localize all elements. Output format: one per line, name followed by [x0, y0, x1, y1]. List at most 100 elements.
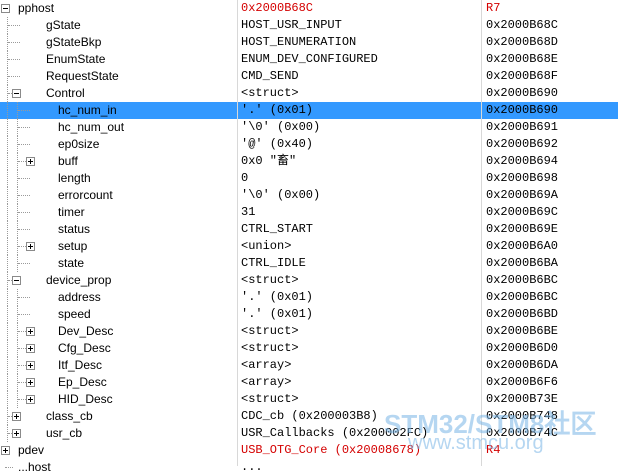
expand-plus-icon[interactable]: [26, 378, 35, 387]
expand-plus-icon[interactable]: [12, 412, 21, 421]
tree-row-address[interactable]: address '.' (0x01) 0x2000B6BC: [0, 289, 618, 306]
tree-row-setup[interactable]: setup <union> 0x2000B6A0: [0, 238, 618, 255]
row-value-cell[interactable]: CMD_SEND: [241, 68, 479, 85]
row-value-cell[interactable]: <struct>: [241, 272, 479, 289]
tree-row-dev_desc[interactable]: Dev_Desc <struct> 0x2000B6BE: [0, 323, 618, 340]
row-location-cell: 0x2000B6DA: [486, 358, 559, 372]
tree-row-gstatebkp[interactable]: gStateBkp HOST_ENUMERATION 0x2000B68D: [0, 34, 618, 51]
row-name-label: RequestState: [46, 69, 119, 83]
row-value-cell[interactable]: '@' (0x40): [241, 136, 479, 153]
row-value-cell[interactable]: HOST_ENUMERATION: [241, 34, 479, 51]
tree-row-length[interactable]: length 0 0x2000B698: [0, 170, 618, 187]
row-name-cell: device_prop: [0, 272, 236, 289]
row-name-label: setup: [58, 239, 88, 253]
row-name-label: pphost: [18, 1, 55, 15]
row-value-cell[interactable]: <struct>: [241, 85, 479, 102]
row-location-cell: 0x2000B69C: [486, 205, 559, 219]
row-value-cell[interactable]: <union>: [241, 238, 479, 255]
tree-row-buff[interactable]: buff 0x0 "畜" 0x2000B694: [0, 153, 618, 170]
row-value-cell[interactable]: 0x2000B68C: [241, 0, 479, 17]
tree-branch-line: [18, 314, 30, 315]
row-value-cell[interactable]: '\0' (0x00): [241, 119, 479, 136]
row-name-cell: usr_cb: [0, 425, 236, 442]
row-name-label: Cfg_Desc: [58, 341, 111, 355]
tree-row-cfg_desc[interactable]: Cfg_Desc <struct> 0x2000B6D0: [0, 340, 618, 357]
expand-plus-icon[interactable]: [26, 395, 35, 404]
row-value-cell[interactable]: 0x0 "畜": [241, 153, 479, 170]
tree-row-state[interactable]: state CTRL_IDLE 0x2000B6BA: [0, 255, 618, 272]
row-name-label: hc_num_in: [58, 103, 117, 117]
expand-plus-icon[interactable]: [26, 157, 35, 166]
tree-branch-line: [18, 144, 30, 145]
row-name-label: buff: [58, 154, 78, 168]
row-value-cell[interactable]: '.' (0x01): [241, 306, 479, 323]
row-value-cell[interactable]: CTRL_IDLE: [241, 255, 479, 272]
row-name-label: errorcount: [58, 188, 113, 202]
row-value-cell[interactable]: HOST_USR_INPUT: [241, 17, 479, 34]
row-value-cell[interactable]: <array>: [241, 374, 479, 391]
expand-plus-icon[interactable]: [26, 327, 35, 336]
row-value-cell[interactable]: ...: [241, 459, 479, 476]
row-location-cell: 0x2000B692: [486, 137, 559, 151]
tree-row-pphost[interactable]: pphost 0x2000B68C R7: [0, 0, 618, 17]
tree-row-gstate[interactable]: gState HOST_USR_INPUT 0x2000B68C: [0, 17, 618, 34]
row-name-label: timer: [58, 205, 85, 219]
tree-guide-line: [7, 153, 8, 170]
tree-guide-line: [7, 170, 8, 187]
row-value-cell[interactable]: <struct>: [241, 340, 479, 357]
tree-row-device_prop[interactable]: device_prop <struct> 0x2000B6BC: [0, 272, 618, 289]
expand-plus-icon[interactable]: [26, 344, 35, 353]
row-name-cell: status: [0, 221, 236, 238]
column-separator-value-location[interactable]: [481, 0, 482, 466]
tree-row-hc_num_out[interactable]: hc_num_out '\0' (0x00) 0x2000B691: [0, 119, 618, 136]
tree-row-host[interactable]: ...host...: [0, 459, 618, 476]
tree-row-timer[interactable]: timer 31 0x2000B69C: [0, 204, 618, 221]
tree-row-ep0size[interactable]: ep0size '@' (0x40) 0x2000B692: [0, 136, 618, 153]
tree-row-ep_desc[interactable]: Ep_Desc <array> 0x2000B6F6: [0, 374, 618, 391]
row-name-cell: RequestState: [0, 68, 236, 85]
tree-guide-line: [7, 204, 8, 221]
collapse-minus-icon[interactable]: [12, 89, 21, 98]
row-name-label: EnumState: [46, 52, 106, 66]
tree-guide-line: [7, 323, 8, 340]
row-value-cell[interactable]: <array>: [241, 357, 479, 374]
row-value-cell[interactable]: '.' (0x01): [241, 289, 479, 306]
tree-row-enumstate[interactable]: EnumState ENUM_DEV_CONFIGURED 0x2000B68E: [0, 51, 618, 68]
tree-guide-line: [7, 289, 8, 306]
row-value-cell[interactable]: 0: [241, 170, 479, 187]
row-name-label: class_cb: [46, 409, 93, 423]
expand-plus-icon[interactable]: [1, 446, 10, 455]
row-value-cell[interactable]: <struct>: [241, 323, 479, 340]
collapse-minus-icon[interactable]: [12, 276, 21, 285]
row-name-cell: Ep_Desc: [0, 374, 236, 391]
expand-plus-icon[interactable]: [26, 242, 35, 251]
row-location-cell: 0x2000B698: [486, 171, 559, 185]
row-value-cell[interactable]: 31: [241, 204, 479, 221]
tree-row-requeststate[interactable]: RequestState CMD_SEND 0x2000B68F: [0, 68, 618, 85]
row-value-cell[interactable]: '\0' (0x00): [241, 187, 479, 204]
row-name-cell: pdev: [0, 442, 236, 459]
row-value-cell[interactable]: ENUM_DEV_CONFIGURED: [241, 51, 479, 68]
row-value-cell[interactable]: CTRL_START: [241, 221, 479, 238]
expand-plus-icon[interactable]: [26, 361, 35, 370]
row-name-cell: timer: [0, 204, 236, 221]
tree-branch-line: [18, 229, 30, 230]
tree-row-itf_desc[interactable]: Itf_Desc <array> 0x2000B6DA: [0, 357, 618, 374]
column-separator-name-value[interactable]: [237, 0, 238, 466]
tree-row-speed[interactable]: speed '.' (0x01) 0x2000B6BD: [0, 306, 618, 323]
row-location-cell: 0x2000B6D0: [486, 341, 559, 355]
expand-plus-icon[interactable]: [12, 429, 21, 438]
tree-row-control[interactable]: Control <struct> 0x2000B690: [0, 85, 618, 102]
row-name-label: usr_cb: [46, 426, 83, 440]
tree-guide-line: [7, 357, 8, 374]
row-value-cell[interactable]: '.' (0x01): [241, 102, 479, 119]
tree-row-errorcount[interactable]: errorcount '\0' (0x00) 0x2000B69A: [0, 187, 618, 204]
tree-branch-line: [18, 110, 30, 111]
tree-row-hc_num_in[interactable]: hc_num_in '.' (0x01) 0x2000B690: [0, 102, 618, 119]
row-name-cell: length: [0, 170, 236, 187]
collapse-minus-icon[interactable]: [1, 4, 10, 13]
tree-row-status[interactable]: status CTRL_START 0x2000B69E: [0, 221, 618, 238]
row-location-cell: 0x2000B690: [486, 103, 559, 117]
tree-branch-line: [8, 42, 20, 43]
row-name-label: Dev_Desc: [58, 324, 114, 338]
